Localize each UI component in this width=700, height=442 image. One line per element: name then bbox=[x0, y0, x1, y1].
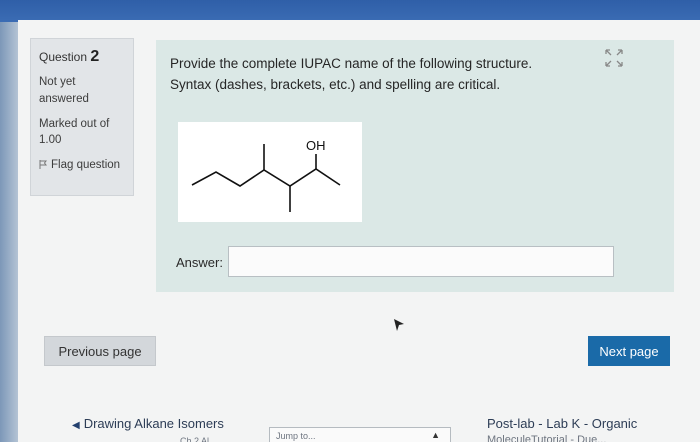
jump-to-select[interactable]: Jump to... ▲ bbox=[269, 427, 451, 442]
browser-top-bar bbox=[0, 0, 700, 22]
left-triangle-icon: ◀ bbox=[72, 420, 80, 431]
flag-question-label: Flag question bbox=[51, 158, 121, 171]
previous-activity-link[interactable]: ◀ Drawing Alkane Isomers bbox=[72, 416, 224, 431]
previous-activity-label: Drawing Alkane Isomers bbox=[83, 416, 224, 431]
question-info-panel: Question 2 Not yet answered Marked out o… bbox=[30, 38, 134, 196]
previous-activity-sub: Ch 2 Al... bbox=[180, 436, 217, 442]
question-marks: Marked out of 1.00 bbox=[39, 117, 110, 147]
expand-icon[interactable] bbox=[602, 46, 626, 70]
previous-page-button[interactable]: Previous page bbox=[44, 336, 156, 366]
answer-label: Answer: bbox=[176, 255, 223, 270]
chevron-down-icon: ▲ bbox=[431, 430, 440, 440]
question-state: Not yet answered bbox=[39, 76, 89, 105]
flag-icon bbox=[39, 159, 47, 169]
next-page-button[interactable]: Next page bbox=[588, 336, 670, 366]
hydroxyl-label: OH bbox=[306, 138, 326, 153]
answer-input[interactable] bbox=[228, 246, 614, 277]
mouse-cursor-icon bbox=[394, 319, 404, 331]
next-activity-link[interactable]: Post-lab - Lab K - Organic bbox=[487, 416, 637, 431]
question-content: Provide the complete IUPAC name of the f… bbox=[156, 40, 674, 292]
jump-to-label: Jump to... bbox=[276, 431, 316, 441]
question-text: Provide the complete IUPAC name of the f… bbox=[170, 56, 533, 92]
question-number-value: 2 bbox=[90, 48, 100, 65]
flag-question-link[interactable]: Flag question bbox=[39, 157, 125, 174]
skeletal-formula: OH bbox=[191, 138, 341, 212]
question-number: Question 2 bbox=[39, 45, 125, 68]
chemical-structure-image: OH bbox=[178, 122, 362, 222]
question-label: Question bbox=[39, 50, 88, 64]
next-activity-sub: MoleculeTutorial - Due... bbox=[487, 434, 607, 442]
